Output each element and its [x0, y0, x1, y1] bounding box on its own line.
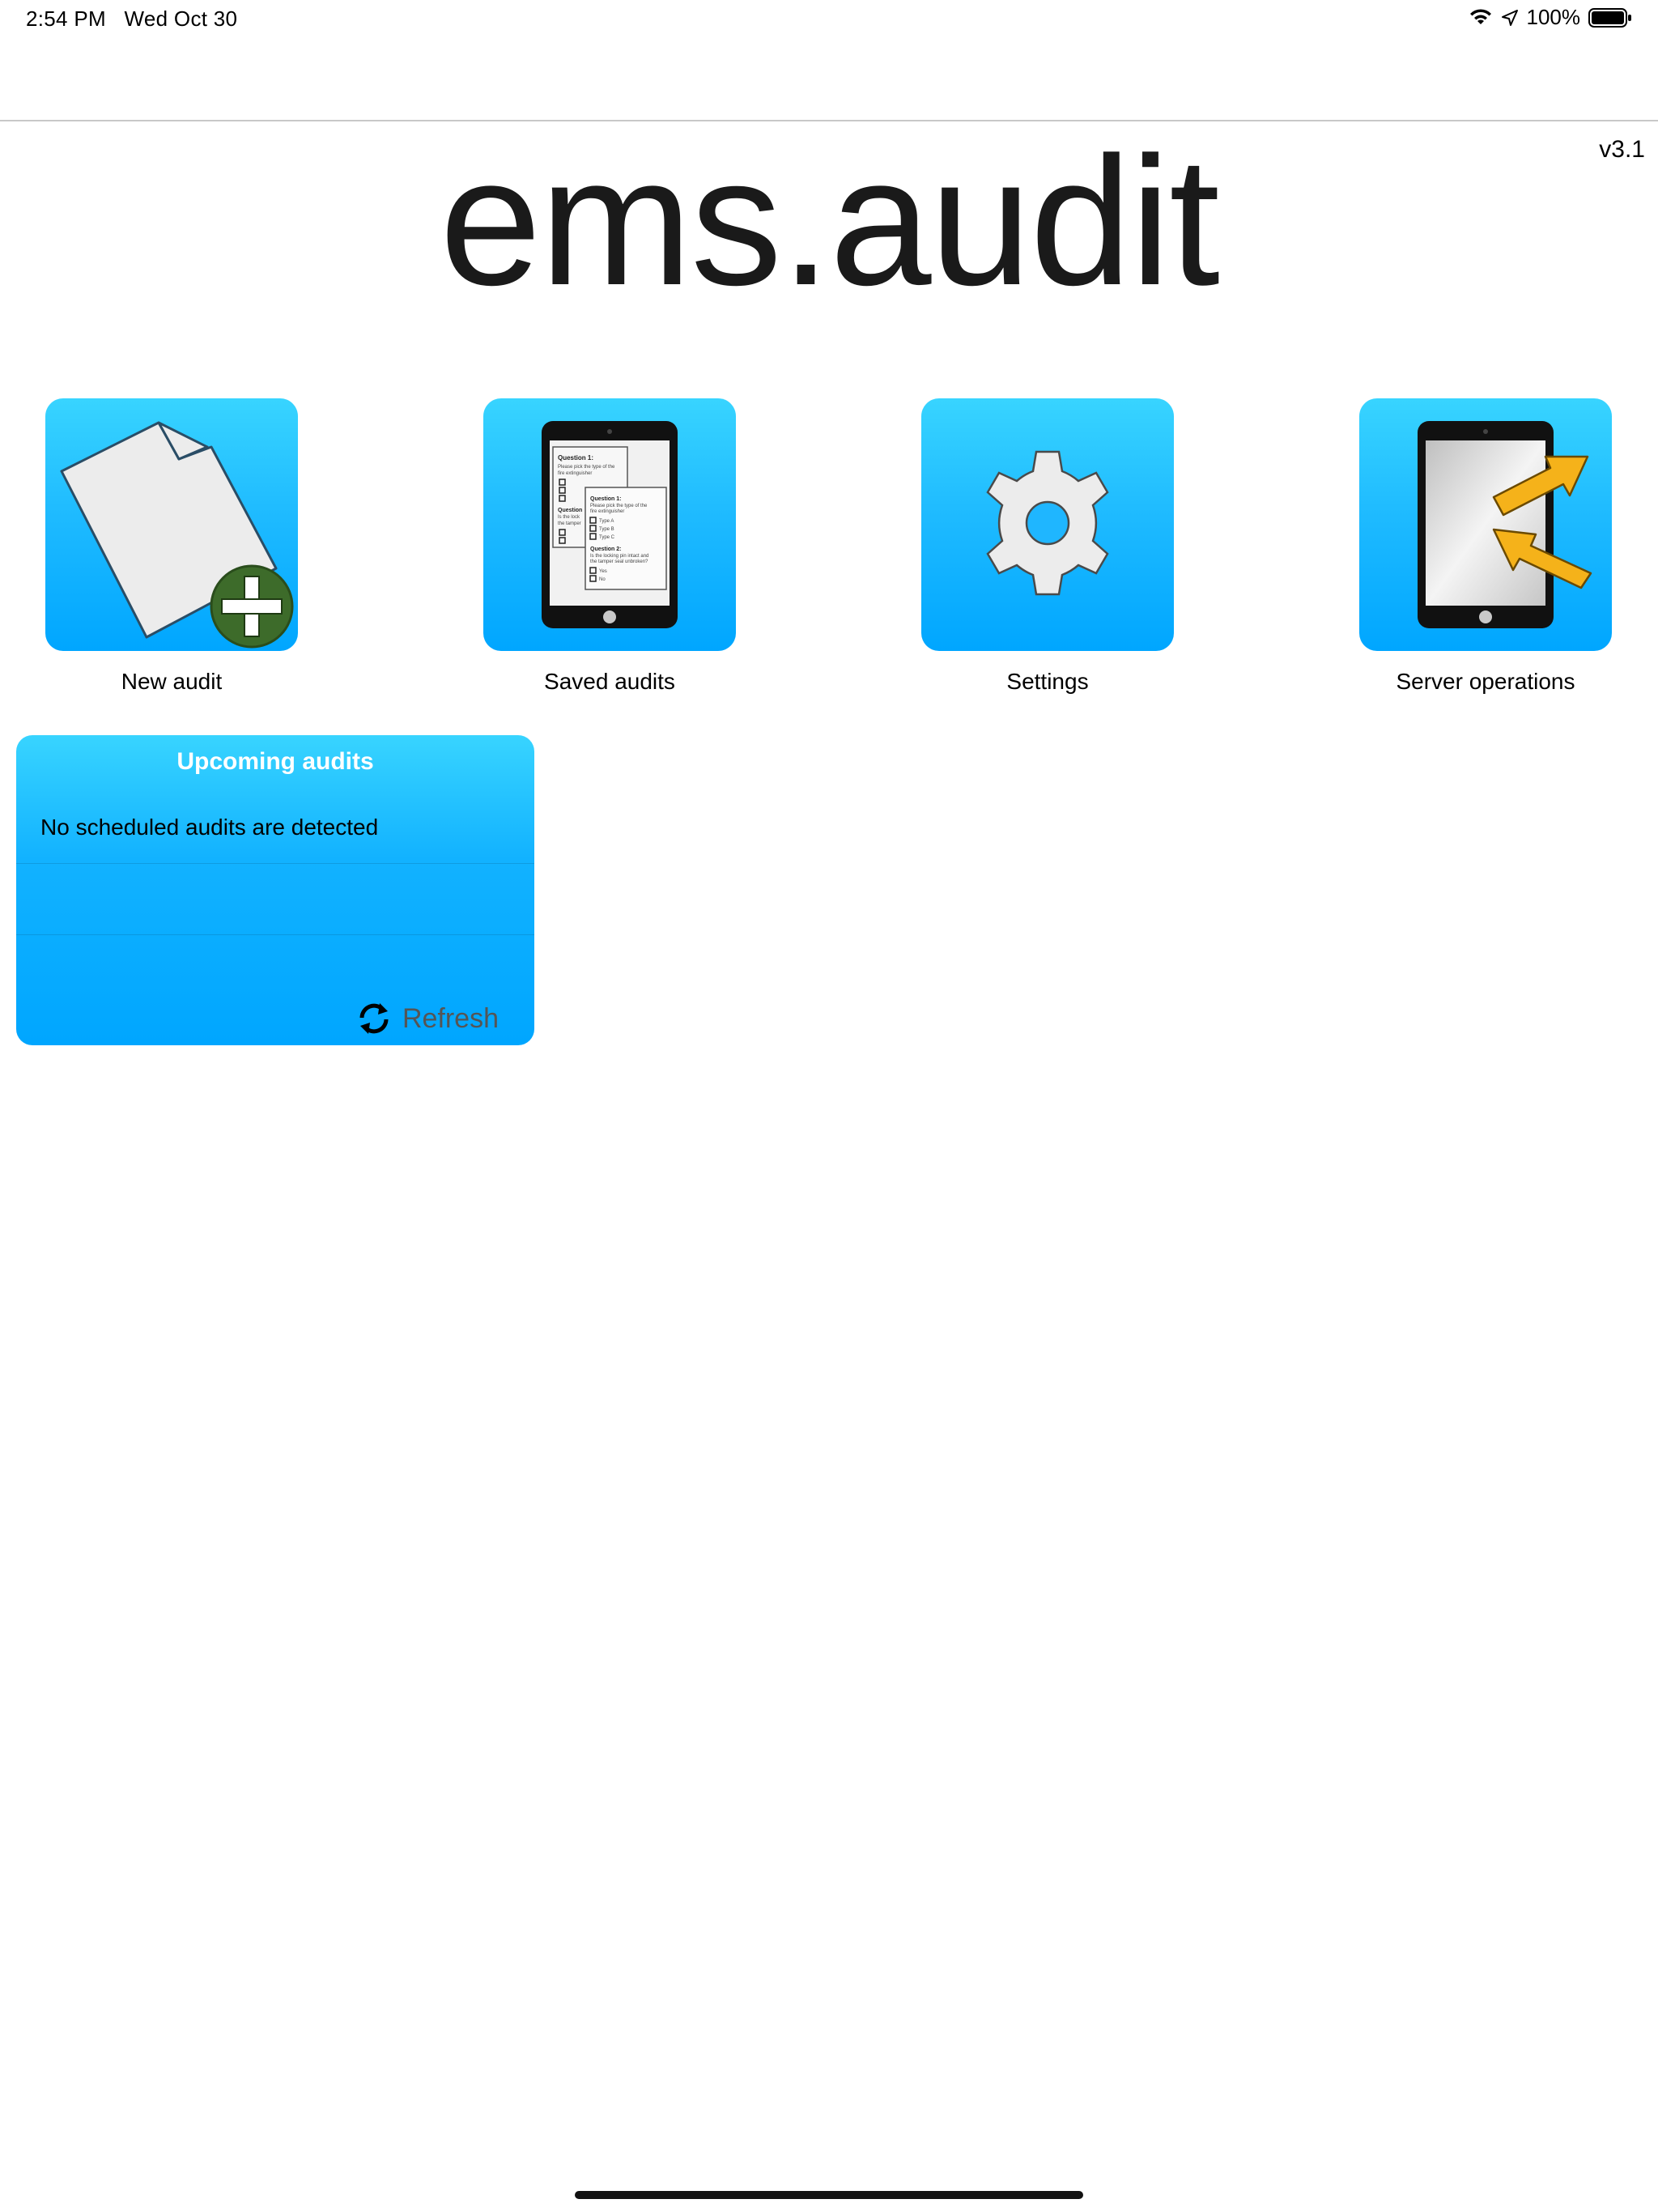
home-indicator[interactable]	[575, 2191, 1083, 2199]
new-audit-label: New audit	[121, 669, 223, 694]
tablet-checklist-icon: Question 1: Please pick the type of the …	[542, 421, 678, 628]
front-q1-text-2: fire extinguisher	[590, 509, 624, 514]
settings-tile[interactable]: Settings	[921, 398, 1174, 695]
upcoming-audits-title: Upcoming audits	[176, 748, 374, 775]
gear-icon	[986, 450, 1109, 596]
front-q1-text-1: Please pick the type of the	[590, 504, 648, 508]
opt-b: Type B	[599, 527, 614, 532]
q1-text-1: Please pick the type of the	[558, 465, 615, 470]
status-indicators: 100%	[1469, 5, 1633, 30]
server-operations-button[interactable]	[1359, 398, 1612, 651]
new-audit-tile[interactable]: New audit	[45, 398, 298, 695]
opt-yes: Yes	[599, 569, 607, 574]
no-audits-message: No scheduled audits are detected	[40, 815, 379, 840]
battery-percent: 100%	[1526, 5, 1581, 29]
status-time: 2:54 PM Wed Oct 30	[26, 6, 237, 32]
tablet-sync-arrows-icon	[1418, 421, 1592, 628]
list-item[interactable]	[16, 863, 534, 935]
refresh-button[interactable]: Refresh	[355, 1000, 499, 1037]
back-q2-text-2: the tamper	[558, 521, 581, 526]
server-operations-tile[interactable]: Server operations	[1359, 398, 1612, 695]
battery-icon	[1588, 7, 1631, 28]
refresh-icon	[359, 1003, 389, 1034]
time-text: 2:54 PM	[26, 6, 106, 31]
q1-text-2: fire extinguisher	[558, 471, 592, 476]
front-q1-title: Question 1:	[590, 496, 622, 502]
saved-audits-tile[interactable]: Question 1: Please pick the type of the …	[483, 398, 736, 695]
settings-button[interactable]	[921, 398, 1174, 651]
location-icon	[1501, 9, 1518, 26]
q2-title: Question 2:	[590, 547, 622, 552]
saved-audits-button[interactable]: Question 1: Please pick the type of the …	[483, 398, 736, 651]
back-q2-text-1: Is the lock	[558, 515, 580, 520]
opt-a: Type A	[599, 519, 614, 524]
opt-no: No	[599, 577, 606, 582]
navigation-bar	[0, 39, 1658, 121]
upcoming-audits-panel: Upcoming audits No scheduled audits are …	[16, 735, 534, 1045]
wifi-icon	[1469, 8, 1491, 24]
new-audit-icon	[60, 421, 294, 649]
q1-title: Question 1:	[558, 454, 593, 462]
q2-text-2: the tamper seal unbroken?	[590, 559, 648, 564]
refresh-label: Refresh	[402, 1002, 499, 1034]
app-title: ems.audit	[440, 118, 1220, 323]
opt-c: Type C	[599, 535, 615, 540]
settings-label: Settings	[1006, 669, 1089, 694]
status-bar: 2:54 PM Wed Oct 30 100%	[0, 0, 1658, 39]
back-q2-title: Question	[558, 508, 582, 513]
server-operations-label: Server operations	[1396, 669, 1575, 694]
q2-text-1: Is the locking pin intact and	[590, 554, 648, 559]
new-audit-button[interactable]	[45, 398, 298, 651]
date-text: Wed Oct 30	[124, 6, 238, 31]
saved-audits-label: Saved audits	[544, 669, 675, 694]
